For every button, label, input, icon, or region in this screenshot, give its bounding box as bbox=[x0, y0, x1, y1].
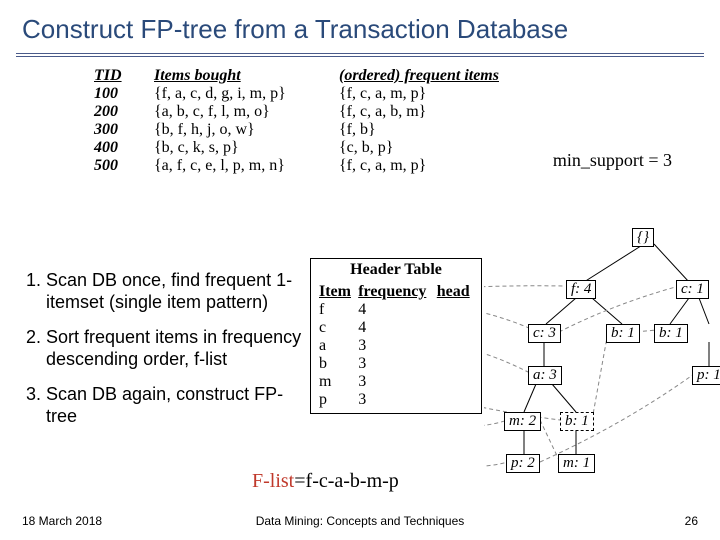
slide-title: Construct FP-tree from a Transaction Dat… bbox=[0, 0, 720, 53]
hdr-freq: (ordered) frequent items bbox=[335, 67, 503, 85]
node-c3: c: 3 bbox=[528, 324, 561, 343]
node-b1b: b: 1 bbox=[654, 324, 688, 343]
tree-edges bbox=[484, 224, 716, 484]
node-p2: p: 2 bbox=[506, 454, 540, 473]
node-root: {} bbox=[632, 228, 654, 247]
fp-tree: {} f: 4 c: 1 c: 3 b: 1 b: 1 a: 3 p: 1 m:… bbox=[484, 224, 716, 484]
f-list-text: F-list=f-c-a-b-m-p bbox=[252, 470, 399, 493]
node-b1a: b: 1 bbox=[606, 324, 640, 343]
node-b1c: b: 1 bbox=[560, 412, 594, 431]
footer-center: Data Mining: Concepts and Techniques bbox=[0, 514, 720, 528]
node-m1: m: 1 bbox=[558, 454, 595, 473]
header-table-title: Header Table bbox=[317, 261, 475, 279]
step-2: Sort frequent items in frequency descend… bbox=[46, 327, 312, 370]
node-a3: a: 3 bbox=[528, 366, 562, 385]
title-divider bbox=[16, 53, 704, 57]
footer-page: 26 bbox=[685, 514, 698, 528]
node-p1: p: 1 bbox=[692, 366, 720, 385]
step-1: Scan DB once, find frequent 1-itemset (s… bbox=[46, 270, 312, 313]
step-3: Scan DB again, construct FP-tree bbox=[46, 384, 312, 427]
min-support-text: min_support = 3 bbox=[553, 150, 672, 171]
node-c1: c: 1 bbox=[676, 280, 709, 299]
hdr-tid: TID bbox=[90, 67, 150, 85]
header-table: Header Table Item frequency head f4 c4 a… bbox=[310, 258, 482, 414]
node-f4: f: 4 bbox=[566, 280, 596, 299]
hdr-items: Items bought bbox=[150, 67, 335, 85]
steps-list: Scan DB once, find frequent 1-itemset (s… bbox=[22, 270, 312, 442]
node-m2: m: 2 bbox=[504, 412, 541, 431]
